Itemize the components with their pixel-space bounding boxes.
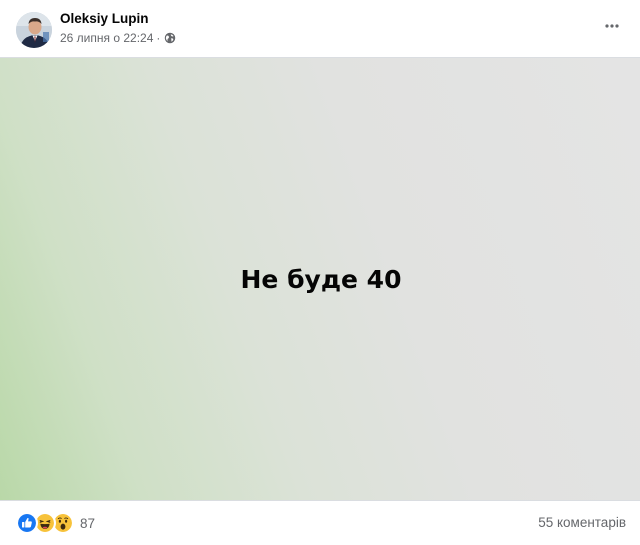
post-header: Oleksiy Lupin 26 липня о 22:24 · <box>0 0 640 56</box>
like-icon <box>16 512 38 534</box>
avatar-image <box>16 12 52 48</box>
more-options-icon <box>605 24 619 28</box>
author-name[interactable]: Oleksiy Lupin <box>60 11 149 26</box>
post-image-text: Не буде 40 <box>240 265 402 294</box>
post-image[interactable]: Не буде 40 <box>0 57 640 501</box>
meta-separator: · <box>156 31 161 45</box>
reactions-summary[interactable]: 87 <box>16 512 95 534</box>
post-card: Oleksiy Lupin 26 липня о 22:24 · Не буде… <box>0 0 640 545</box>
reaction-count: 87 <box>80 515 96 531</box>
post-footer: 87 55 коментарів <box>0 502 640 545</box>
author-avatar[interactable] <box>16 12 52 48</box>
comments-count-link[interactable]: 55 коментарів <box>538 515 626 530</box>
more-options-button[interactable] <box>596 10 628 42</box>
post-meta: 26 липня о 22:24 · <box>60 31 176 45</box>
globe-icon[interactable] <box>164 32 176 44</box>
post-timestamp[interactable]: 26 липня о 22:24 <box>60 31 153 45</box>
